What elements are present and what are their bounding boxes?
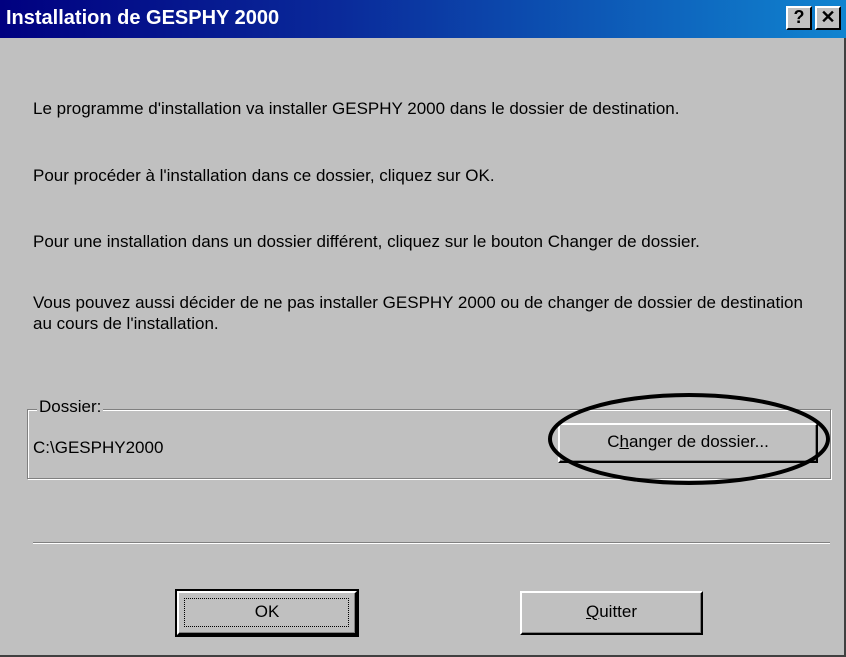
separator [33, 542, 830, 544]
folder-path: C:\GESPHY2000 [33, 438, 164, 457]
message-ok: Pour procéder à l'installation dans ce d… [33, 166, 495, 185]
quit-mnemonic: Q [585, 602, 600, 621]
install-dialog: Installation de GESPHY 2000 ? ✕ Le progr… [0, 0, 846, 657]
quit-button[interactable]: Quitter [520, 591, 703, 635]
close-button[interactable]: ✕ [815, 6, 841, 30]
ok-button[interactable]: OK [175, 589, 359, 637]
message-change-folder: Pour une installation dans un dossier di… [33, 232, 700, 251]
close-icon: ✕ [820, 7, 836, 27]
message-destination: Le programme d'installation va installer… [33, 99, 680, 118]
message-cancel-option: Vous pouvez aussi décider de ne pas inst… [33, 293, 803, 333]
help-button[interactable]: ? [786, 6, 812, 30]
focus-rectangle [184, 598, 349, 627]
annotation-ellipse [548, 393, 830, 485]
quit-label-rest: uitter [599, 602, 638, 621]
title-bar[interactable]: Installation de GESPHY 2000 ? ✕ [0, 0, 846, 38]
help-icon: ? [793, 7, 805, 27]
window-title: Installation de GESPHY 2000 [6, 7, 280, 29]
folder-label: Dossier: [37, 397, 104, 417]
